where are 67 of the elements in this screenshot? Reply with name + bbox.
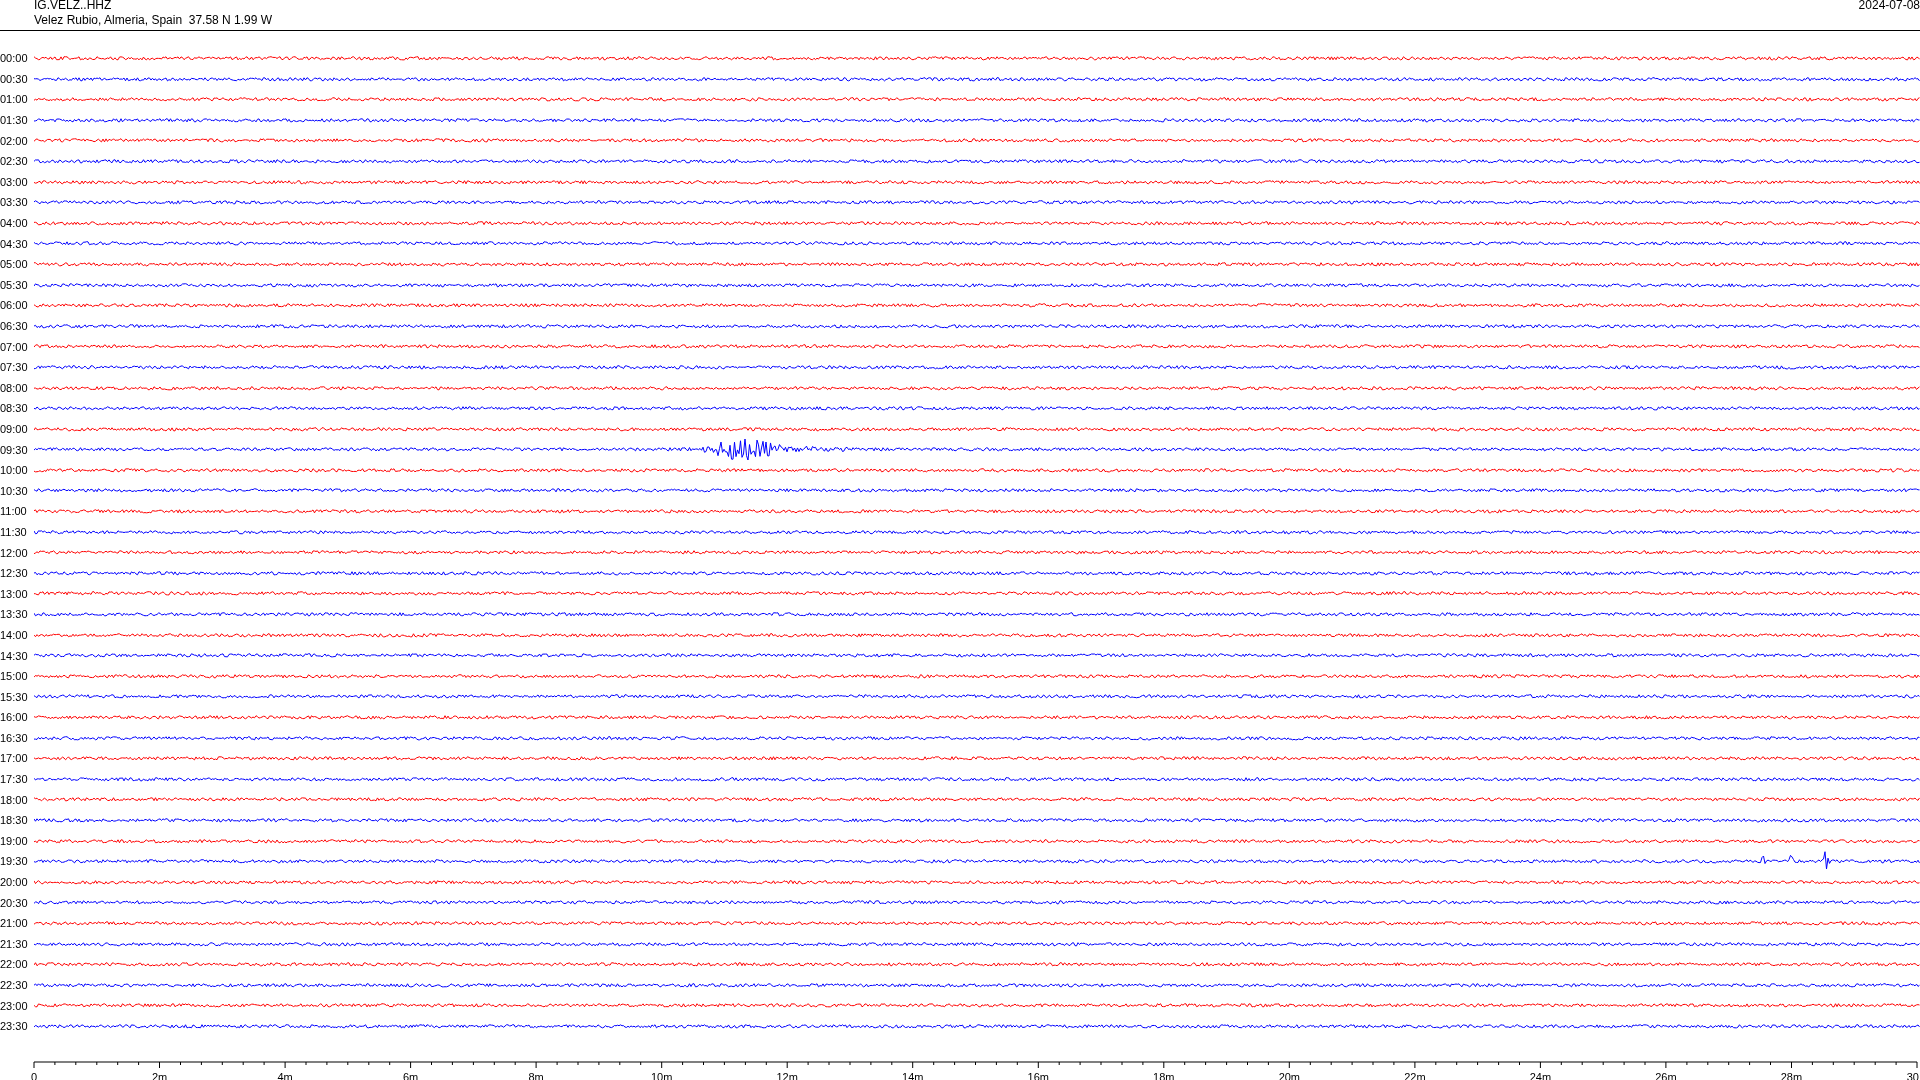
axis-tick-label: 22m [1404,1070,1426,1080]
axis-tick-label: 24m [1529,1070,1552,1080]
row-time-label: 18:30 [0,814,29,827]
row-time-label: 22:30 [0,979,29,991]
row-time-label: 05:30 [0,278,29,291]
row-time-label: 22:00 [0,958,29,971]
row-time-label: 21:30 [0,937,29,950]
row-time-label: 13:00 [0,587,29,600]
station-code: IG.VELZ..HHZ [34,0,112,12]
axis-tick-label: 18m [1153,1070,1175,1080]
row-time-label: 12:30 [0,567,29,580]
row-time-label: 00:30 [0,72,29,85]
row-time-label: 23:30 [0,1020,29,1033]
row-time-label: 21:00 [0,917,29,930]
row-time-label: 06:00 [0,299,29,312]
axis-tick-label: 26m [1655,1070,1677,1080]
row-time-label: 05:00 [0,258,29,271]
row-time-label: 19:30 [0,855,29,868]
row-time-label: 02:00 [0,134,29,147]
row-time-label: 03:00 [0,175,29,188]
axis-tick-label: 0 [30,1070,38,1080]
row-time-label: 17:30 [0,773,29,786]
axis-tick-label: 28m [1780,1070,1803,1080]
row-time-label: 12:00 [0,546,29,559]
row-time-label: 16:30 [0,731,29,744]
axis-tick-label: 14m [902,1070,924,1080]
axis-tick-label: 4m [277,1070,293,1080]
row-time-label: 15:00 [0,670,29,683]
row-time-label: 13:30 [0,608,29,621]
row-time-label: 04:00 [0,217,29,230]
station-location: Velez Rubio, Almeria, Spain 37.58 N 1.99 W [34,14,273,27]
axis-tick-label: 20m [1278,1070,1301,1080]
axis-tick-label: 12m [776,1070,798,1080]
row-time-label: 07:30 [0,361,29,374]
row-time-label: 04:30 [0,237,29,250]
row-time-label: 17:00 [0,752,29,765]
row-time-label: 20:30 [0,896,29,909]
row-time-label: 20:00 [0,876,29,889]
axis-tick-label: 2m [151,1070,168,1080]
row-time-label: 09:30 [0,443,29,456]
row-time-label: 08:00 [0,381,29,394]
row-time-label: 14:00 [0,628,29,641]
row-time-label: 11:30 [0,525,28,538]
row-time-label: 14:30 [0,649,29,662]
row-time-label: 10:00 [0,464,29,477]
row-time-label: 02:30 [0,155,29,168]
row-time-label: 09:00 [0,423,29,435]
date-label: 2024-07-08 [1858,0,1920,12]
axis-tick-label: 16m [1027,1070,1049,1080]
row-time-label: 18:00 [0,793,29,806]
row-time-label: 01:00 [0,93,29,106]
row-time-label: 03:30 [0,196,29,209]
axis-tick-label: 6m [402,1070,419,1080]
row-time-label: 07:00 [0,340,29,353]
axis-tick-label: 30 [1906,1070,1919,1080]
row-time-label: 16:00 [0,711,29,724]
row-time-label: 15:30 [0,690,29,703]
axis-tick-label: 8m [528,1070,544,1080]
row-time-label: 10:30 [0,484,29,497]
row-time-label: 00:00 [0,52,29,65]
row-time-label: 01:30 [0,114,29,127]
axis-tick-label: 10m [650,1070,673,1080]
row-time-label: 06:30 [0,320,29,332]
row-time-label: 19:00 [0,834,29,847]
row-time-label: 08:30 [0,402,29,415]
row-time-label: 23:00 [0,999,29,1012]
row-time-label: 11:00 [0,505,28,518]
